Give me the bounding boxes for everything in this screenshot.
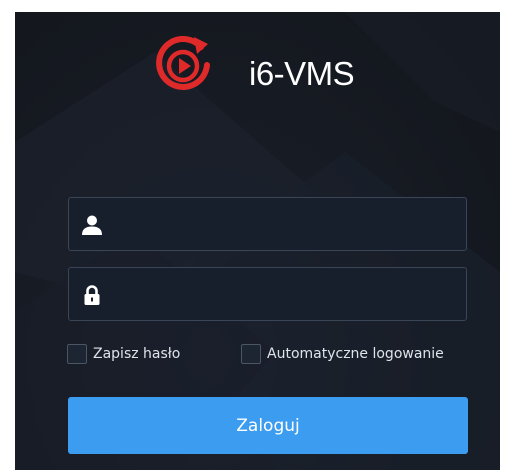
username-field[interactable] [68, 197, 467, 251]
remember-password-label[interactable]: Zapisz hasło [93, 346, 180, 362]
password-input[interactable] [113, 276, 457, 314]
logo-icon [156, 35, 210, 90]
user-icon [82, 215, 102, 235]
remember-password-box[interactable] [67, 344, 87, 364]
remember-password-checkbox[interactable]: Zapisz hasło [67, 343, 180, 365]
login-window: i6-VMS Zapisz hasło Automatyczne logowan… [0, 0, 510, 472]
auto-login-box[interactable] [241, 344, 261, 364]
lock-icon [84, 285, 100, 305]
login-button[interactable]: Zaloguj [68, 397, 468, 454]
app-title: i6-VMS [249, 55, 355, 92]
login-panel: i6-VMS Zapisz hasło Automatyczne logowan… [15, 12, 500, 470]
password-field[interactable] [68, 267, 467, 321]
auto-login-checkbox[interactable]: Automatyczne logowanie [241, 343, 444, 365]
auto-login-label[interactable]: Automatyczne logowanie [267, 346, 444, 362]
username-input[interactable] [113, 206, 457, 244]
